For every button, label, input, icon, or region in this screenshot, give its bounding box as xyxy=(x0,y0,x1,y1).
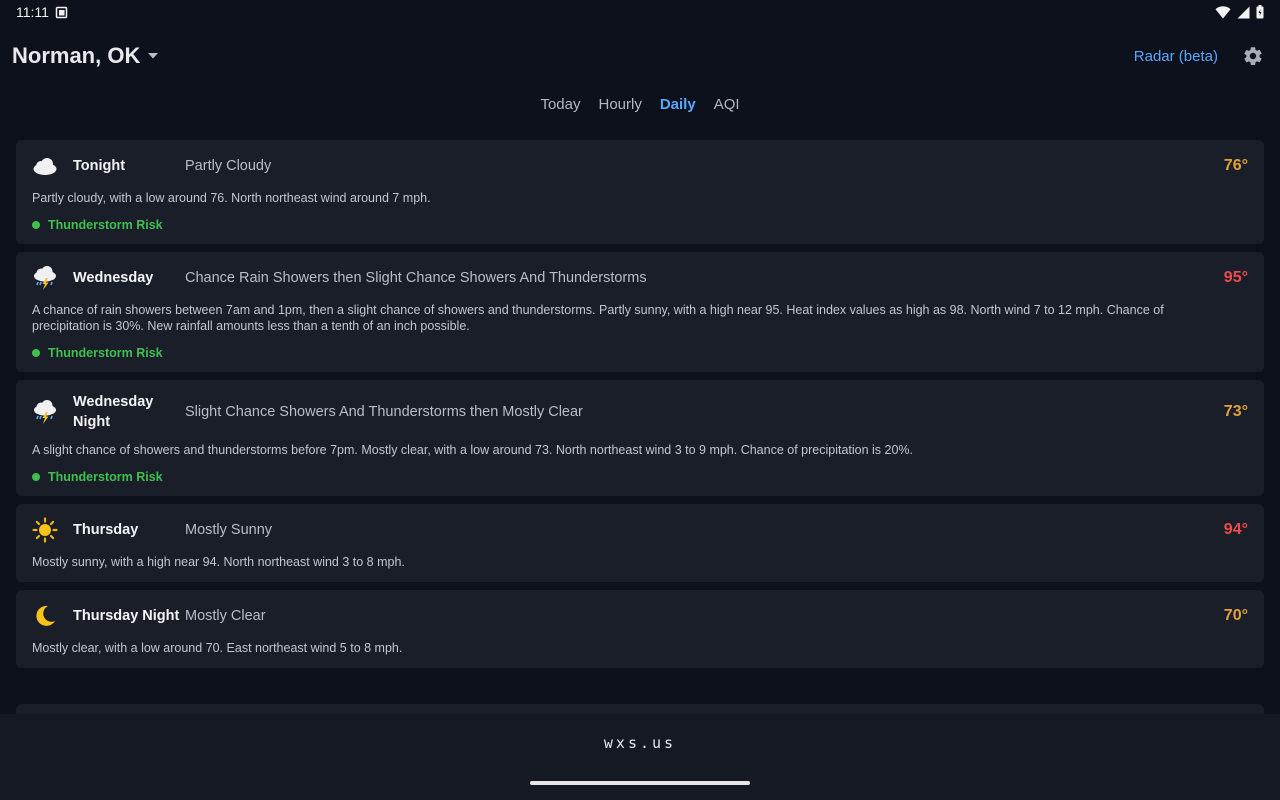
sun-icon xyxy=(32,517,58,543)
risk-label: Thunderstorm Risk xyxy=(48,346,163,360)
forecast-card-thursday-night[interactable]: Thursday Night Mostly Clear 70° Mostly c… xyxy=(16,590,1264,668)
risk-dot-icon xyxy=(32,473,40,481)
period-name: Thursday Night xyxy=(73,608,180,624)
temperature: 70° xyxy=(1223,607,1248,624)
status-time: 11:11 xyxy=(16,4,49,20)
risk-dot-icon xyxy=(32,221,40,229)
bottom-bar xyxy=(0,714,1280,800)
tab-aqi[interactable]: AQI xyxy=(714,96,740,120)
forecast-card-wednesday-night[interactable]: Wednesday Night Slight Chance Showers An… xyxy=(16,380,1264,496)
forecast-card-thursday[interactable]: Thursday Mostly Sunny 94° Mostly sunny, … xyxy=(16,504,1264,582)
tab-daily[interactable]: Daily xyxy=(660,96,696,120)
thunderstorm-risk-badge: Thunderstorm Risk xyxy=(32,346,1248,360)
detailed-forecast: A slight chance of showers and thunderst… xyxy=(32,443,914,457)
short-forecast: Slight Chance Showers And Thunderstorms … xyxy=(185,404,583,420)
screenshot-notification-icon xyxy=(55,6,68,18)
location-selector[interactable]: Norman, OK xyxy=(12,43,159,69)
detailed-forecast: Partly cloudy, with a low around 76. Nor… xyxy=(32,191,431,205)
settings-gear-icon[interactable] xyxy=(1242,45,1264,67)
tab-today[interactable]: Today xyxy=(540,96,580,120)
period-name: Wednesday Night xyxy=(73,394,154,430)
view-tabs: Today Hourly Daily AQI xyxy=(0,96,1280,120)
battery-icon xyxy=(1256,5,1264,19)
app-header: Norman, OK Radar (beta) xyxy=(0,36,1280,76)
thunderstorm-icon xyxy=(32,265,58,291)
period-name: Tonight xyxy=(73,158,126,174)
period-name: Thursday xyxy=(73,522,139,538)
temperature: 95° xyxy=(1223,269,1248,286)
short-forecast: Chance Rain Showers then Slight Chance S… xyxy=(185,270,647,286)
risk-label: Thunderstorm Risk xyxy=(48,218,163,232)
detailed-forecast: A chance of rain showers between 7am and… xyxy=(32,303,1164,333)
moon-icon xyxy=(32,603,58,629)
risk-dot-icon xyxy=(32,349,40,357)
gesture-home-bar[interactable] xyxy=(530,781,750,785)
wifi-icon xyxy=(1215,5,1231,18)
temperature: 76° xyxy=(1223,157,1248,174)
thunderstorm-icon xyxy=(32,399,58,425)
short-forecast: Partly Cloudy xyxy=(185,158,272,174)
temperature: 73° xyxy=(1223,403,1248,420)
radar-link[interactable]: Radar (beta) xyxy=(1134,48,1218,65)
period-name: Wednesday xyxy=(73,270,154,286)
location-name: Norman, OK xyxy=(12,43,141,68)
short-forecast: Mostly Sunny xyxy=(185,522,273,538)
temperature: 94° xyxy=(1223,521,1248,538)
status-right xyxy=(1215,5,1264,19)
forecast-card-wednesday[interactable]: Wednesday Chance Rain Showers then Sligh… xyxy=(16,252,1264,372)
short-forecast: Mostly Clear xyxy=(185,608,266,624)
forecast-list: Tonight Partly Cloudy 76° Partly cloudy,… xyxy=(16,140,1264,668)
tab-hourly[interactable]: Hourly xyxy=(598,96,641,120)
dropdown-arrow-icon xyxy=(148,53,159,59)
status-bar: 11:11 xyxy=(0,0,1280,24)
footer-brand[interactable]: wxs.us xyxy=(0,734,1280,752)
risk-label: Thunderstorm Risk xyxy=(48,470,163,484)
forecast-card-tonight[interactable]: Tonight Partly Cloudy 76° Partly cloudy,… xyxy=(16,140,1264,244)
thunderstorm-risk-badge: Thunderstorm Risk xyxy=(32,218,1248,232)
thunderstorm-risk-badge: Thunderstorm Risk xyxy=(32,470,1248,484)
detailed-forecast: Mostly sunny, with a high near 94. North… xyxy=(32,555,405,569)
partly-cloudy-icon xyxy=(32,153,58,179)
status-left: 11:11 xyxy=(16,4,68,20)
cell-signal-icon xyxy=(1237,6,1250,18)
detailed-forecast: Mostly clear, with a low around 70. East… xyxy=(32,641,403,655)
header-actions: Radar (beta) xyxy=(1134,45,1268,67)
